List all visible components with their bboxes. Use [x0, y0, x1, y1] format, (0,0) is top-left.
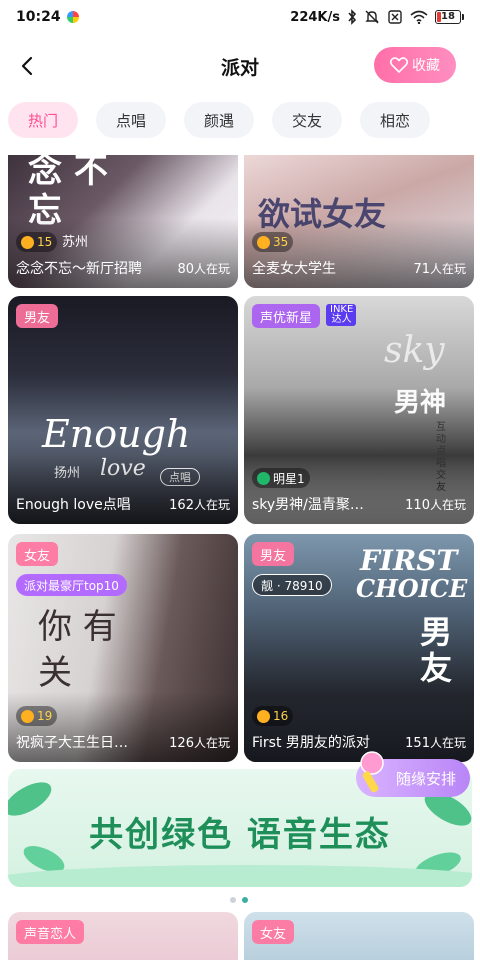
header: 派对 收藏: [0, 40, 480, 92]
network-speed: 224K/s: [290, 9, 340, 25]
back-button[interactable]: [10, 48, 46, 84]
room-title: 念念不忘～新厅招聘: [16, 261, 142, 277]
room-tag: 声音恋人: [16, 920, 85, 944]
microphone-icon: [360, 751, 384, 793]
room-card[interactable]: 声音恋人: [8, 912, 238, 960]
room-player-count: 126人在玩: [169, 736, 230, 751]
level-badge: 35: [252, 232, 294, 252]
random-match-button[interactable]: 随缘安排: [355, 751, 470, 797]
status-bar: 10:24 224K/s 18: [0, 0, 480, 34]
tab-looks[interactable]: 颜遇: [184, 102, 254, 138]
level-value: 19: [37, 709, 53, 723]
room-player-count: 110人在玩: [405, 498, 466, 513]
star-icon: [257, 471, 270, 485]
page-title: 派对: [220, 56, 259, 79]
room-card[interactable]: 你 有关 女友 派对最豪厅top10 19 祝疯子大王生日… 126人在玩: [8, 534, 238, 762]
tab-hot[interactable]: 热门: [8, 102, 78, 138]
mute-icon: [365, 10, 379, 24]
level-value: 15: [37, 235, 53, 249]
level-badge: 16: [252, 706, 294, 726]
room-tag: 男友: [252, 542, 295, 566]
room-feed[interactable]: 念 不忘 15 苏州 念念不忘～新厅招聘 80人在玩 欲试女友 35 全麦女大学…: [0, 155, 480, 960]
room-player-count: 162人在玩: [169, 498, 230, 513]
room-card[interactable]: 欲试女友 35 全麦女大学生 71人在玩: [244, 155, 474, 288]
page-dot: [230, 897, 236, 903]
app-notification-icon: [66, 11, 79, 23]
bluetooth-icon: [348, 9, 357, 25]
room-title: sky男神/温青聚…: [252, 497, 364, 513]
room-card[interactable]: sky 男神 互动点唱交友 声优新星 INKE 达人 明星1 sky男神/温青聚…: [244, 296, 474, 524]
category-tabs: 热门 点唱 颜遇 交友 相恋: [8, 102, 430, 138]
room-card[interactable]: 念 不忘 15 苏州 念念不忘～新厅招聘 80人在玩: [8, 155, 238, 288]
level-icon: [21, 709, 34, 723]
level-value: 16: [273, 709, 289, 723]
level-icon: [257, 235, 270, 249]
level-icon: [257, 709, 270, 723]
tab-label: 点唱: [115, 111, 146, 130]
room-player-count: 80人在玩: [177, 262, 230, 277]
room-title: 全麦女大学生: [252, 261, 336, 277]
sim-off-icon: [388, 10, 402, 24]
room-title: Enough love点唱: [16, 497, 131, 513]
random-match-label: 随缘安排: [395, 769, 456, 788]
level-badge: 19: [16, 706, 58, 726]
room-tag: 声优新星: [252, 304, 321, 328]
level-badge: 15: [16, 232, 58, 252]
rank-chip: 派对最豪厅top10: [16, 574, 127, 596]
favorite-button[interactable]: 收藏: [374, 47, 456, 83]
tab-label: 交友: [291, 111, 322, 130]
room-tag: 女友: [16, 542, 59, 566]
status-icons: 224K/s 18: [290, 9, 464, 25]
tab-song-request[interactable]: 点唱: [96, 102, 166, 138]
host-logo: INKE 达人: [326, 304, 356, 326]
location-text: 苏州: [62, 235, 89, 250]
room-card[interactable]: 女友: [244, 912, 474, 960]
level-icon: [21, 235, 34, 249]
room-card[interactable]: Enough 扬州 love 点唱 男友 Enough love点唱 162人在…: [8, 296, 238, 524]
tab-dating[interactable]: 相恋: [360, 102, 430, 138]
star-badge: 明星1: [252, 468, 310, 488]
room-title: 祝疯子大王生日…: [16, 735, 128, 751]
banner-text: 共创绿色 语音生态: [89, 815, 391, 855]
tab-label: 热门: [27, 111, 58, 130]
battery-icon: 18: [435, 10, 464, 24]
tab-label: 相恋: [379, 111, 410, 130]
level-value: 35: [273, 235, 289, 249]
room-tag: 女友: [252, 920, 295, 944]
tab-friends[interactable]: 交友: [272, 102, 342, 138]
status-time: 10:24: [16, 9, 61, 25]
star-text: 明星1: [273, 471, 305, 486]
favorite-label: 收藏: [412, 58, 440, 74]
wifi-icon: [410, 10, 428, 24]
banner-pagination: [230, 897, 248, 903]
tab-label: 颜遇: [203, 111, 234, 130]
room-title: First 男朋友的派对: [252, 735, 370, 751]
room-card[interactable]: FIRST CHOICE 男友 男友 靓 · 78910 16 First 男朋…: [244, 534, 474, 762]
heart-icon: [390, 57, 408, 73]
battery-level: 18: [441, 11, 455, 22]
room-player-count: 151人在玩: [405, 736, 466, 751]
room-tag: 男友: [16, 304, 59, 328]
chevron-left-icon: [21, 56, 33, 76]
id-chip: 靓 · 78910: [252, 574, 332, 596]
room-player-count: 71人在玩: [413, 262, 466, 277]
page-dot-active: [242, 897, 248, 903]
